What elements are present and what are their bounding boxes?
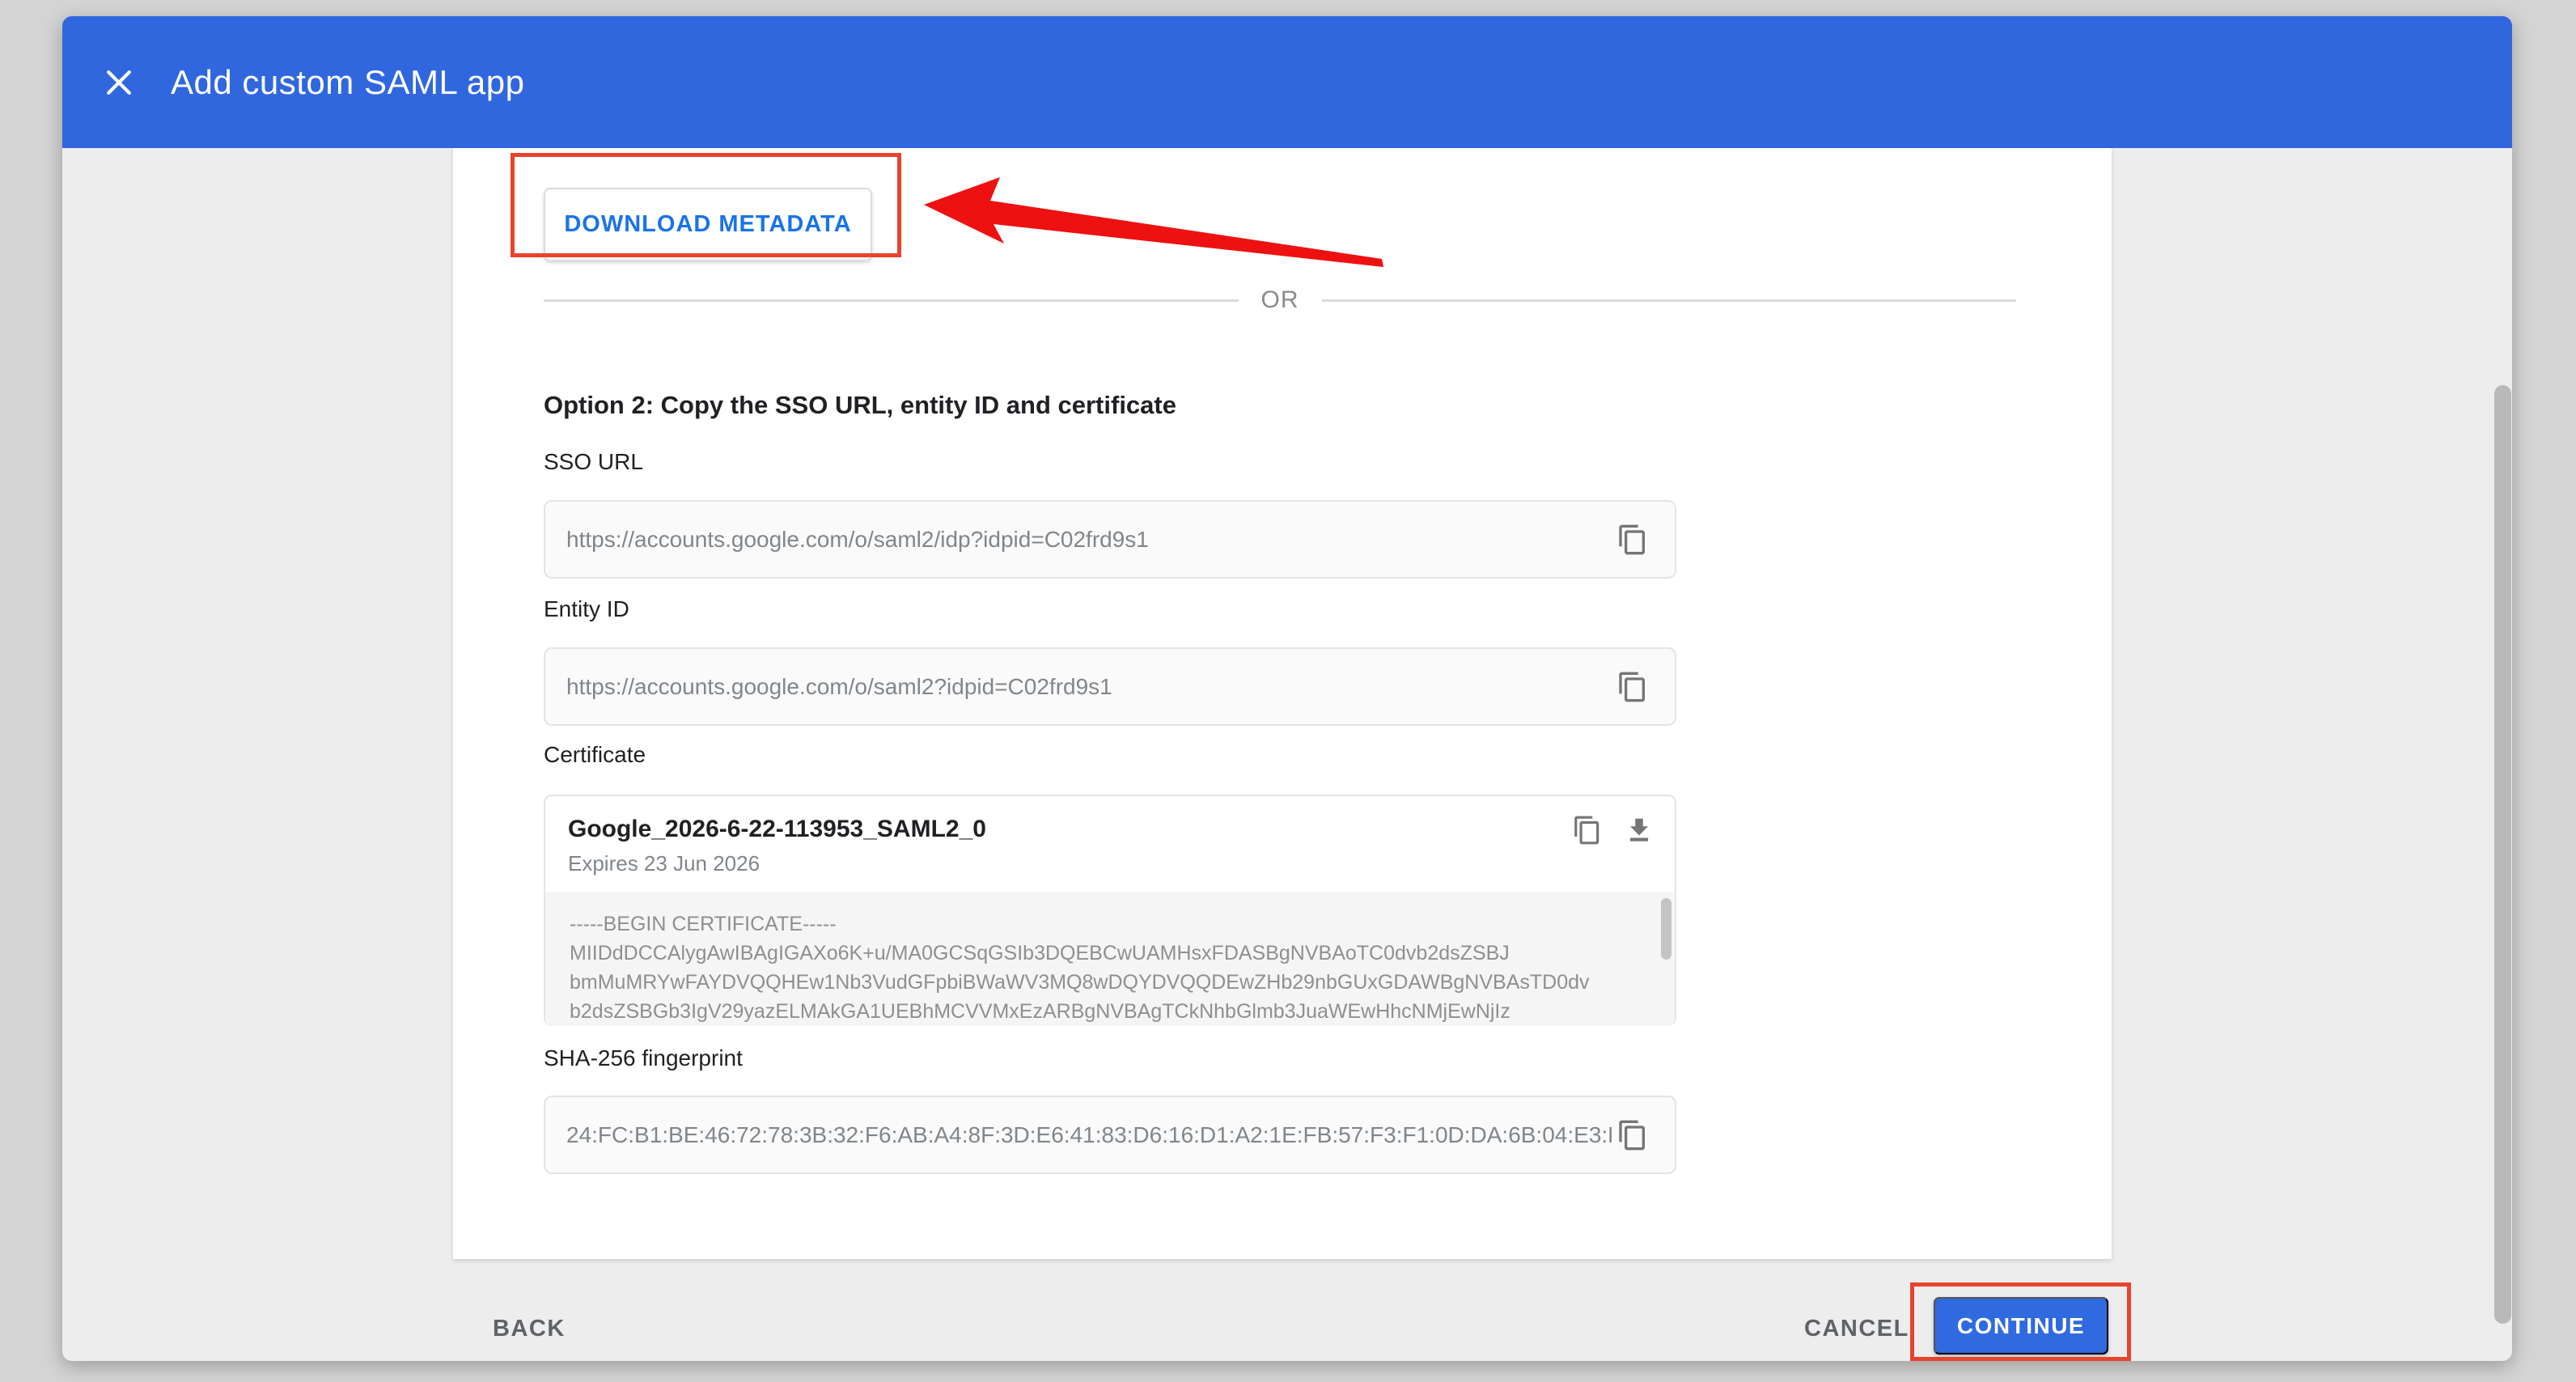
dialog-title: Add custom SAML app xyxy=(171,63,525,102)
certificate-copy-button[interactable] xyxy=(1566,808,1608,853)
content-card: DOWNLOAD METADATA OR Option 2: Copy the … xyxy=(453,148,2112,1259)
download-metadata-button[interactable]: DOWNLOAD METADATA xyxy=(544,188,872,261)
certificate-scrollbar-thumb[interactable] xyxy=(1661,898,1671,960)
option2-heading: Option 2: Copy the SSO URL, entity ID an… xyxy=(544,391,1176,420)
or-divider-label: OR xyxy=(1239,286,1322,314)
certificate-name: Google_2026-6-22-113953_SAML2_0 xyxy=(568,816,986,843)
fingerprint-copy-button[interactable] xyxy=(1612,1113,1654,1158)
pem-line: -----BEGIN CERTIFICATE----- xyxy=(570,909,1650,939)
copy-icon xyxy=(1616,520,1649,559)
entity-id-field: https://accounts.google.com/o/saml2?idpi… xyxy=(544,647,1676,726)
sso-url-field: https://accounts.google.com/o/saml2/idp?… xyxy=(544,500,1676,579)
entity-id-value: https://accounts.google.com/o/saml2?idpi… xyxy=(566,674,1612,700)
sha256-fingerprint-field: 24:FC:B1:BE:46:72:78:3B:32:F6:AB:A4:8F:3… xyxy=(544,1096,1676,1174)
cancel-button[interactable]: CANCEL xyxy=(1804,1312,1909,1345)
certificate-actions xyxy=(1566,808,1660,853)
pem-line: MIIDdDCCAlygAwIBAgIGAXo6K+u/MA0GCSqGSIb3… xyxy=(570,939,1650,968)
entity-id-copy-button[interactable] xyxy=(1612,664,1654,710)
certificate-header: Google_2026-6-22-113953_SAML2_0 Expires … xyxy=(545,796,1675,892)
sso-url-value: https://accounts.google.com/o/saml2/idp?… xyxy=(566,527,1612,553)
divider-line-left xyxy=(544,299,1239,302)
copy-icon xyxy=(1572,812,1603,849)
entity-id-label: Entity ID xyxy=(544,596,629,622)
close-button[interactable] xyxy=(100,63,138,102)
sso-url-label: SSO URL xyxy=(544,449,643,475)
certificate-label: Certificate xyxy=(544,742,646,768)
download-icon xyxy=(1624,812,1654,849)
certificate-pem-text[interactable]: -----BEGIN CERTIFICATE----- MIIDdDCCAlyg… xyxy=(545,892,1675,1026)
or-divider: OR xyxy=(544,286,2016,315)
copy-icon xyxy=(1616,668,1649,706)
divider-line-right xyxy=(1322,299,2017,302)
pem-line: bmMuMRYwFAYDVQQHEw1Nb3VudGFpbiBWaWV3MQ8w… xyxy=(570,968,1650,997)
sso-url-copy-button[interactable] xyxy=(1612,517,1654,562)
sha256-fingerprint-value: 24:FC:B1:BE:46:72:78:3B:32:F6:AB:A4:8F:3… xyxy=(566,1122,1612,1148)
continue-button[interactable]: CONTINUE xyxy=(1934,1297,2108,1354)
back-button[interactable]: BACK xyxy=(493,1312,566,1345)
screen: Add custom SAML app DOWNLOAD METADATA OR… xyxy=(0,0,2576,1382)
certificate-download-button[interactable] xyxy=(1618,808,1660,853)
sha256-fingerprint-label: SHA-256 fingerprint xyxy=(544,1045,743,1071)
certificate-expiry: Expires 23 Jun 2026 xyxy=(568,851,760,876)
dialog-header: Add custom SAML app xyxy=(62,16,2512,148)
add-custom-saml-app-dialog: Add custom SAML app DOWNLOAD METADATA OR… xyxy=(62,16,2512,1361)
pem-line: b2dsZSBGb3IgV29yazELMAkGA1UEBhMCVVMxEzAR… xyxy=(570,997,1650,1026)
copy-icon xyxy=(1616,1116,1649,1155)
page-scrollbar-thumb[interactable] xyxy=(2494,385,2511,1324)
certificate-card: Google_2026-6-22-113953_SAML2_0 Expires … xyxy=(544,795,1676,1026)
close-icon xyxy=(101,65,137,100)
